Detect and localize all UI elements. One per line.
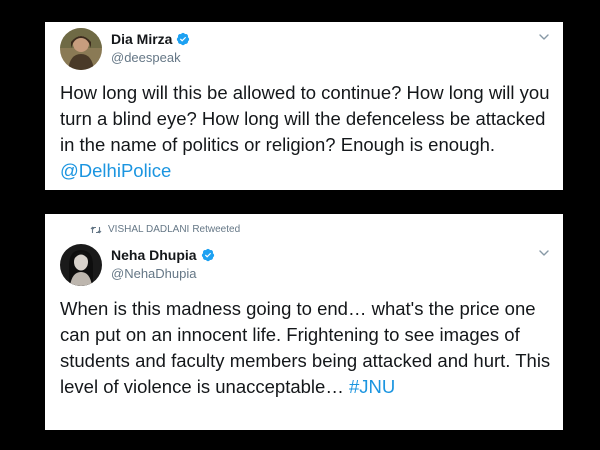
display-name-row: Dia Mirza <box>111 30 190 48</box>
display-name-row: Neha Dhupia <box>111 246 215 264</box>
chevron-down-icon[interactable] <box>537 30 551 44</box>
display-name[interactable]: Dia Mirza <box>111 31 172 47</box>
chevron-down-icon[interactable] <box>537 246 551 260</box>
avatar-photo-icon <box>60 28 102 70</box>
tweet-body: When is this madness going to end… what'… <box>60 298 551 397</box>
retweeted-label: Retweeted <box>192 224 241 235</box>
user-handle[interactable]: @NehaDhupia <box>111 266 196 281</box>
verified-badge-icon <box>176 32 190 46</box>
tweet-text: When is this madness going to end… what'… <box>60 296 551 400</box>
avatar-photo-icon <box>60 244 102 286</box>
user-avatar[interactable] <box>60 28 102 70</box>
tweet-text: How long will this be allowed to continu… <box>60 80 551 184</box>
mention-link[interactable]: @DelhiPolice <box>60 160 171 181</box>
retweeter-name[interactable]: VISHAL DADLANI <box>108 224 189 235</box>
tweet-card[interactable]: Dia Mirza @deespeak How long will this b… <box>45 22 563 190</box>
user-avatar[interactable] <box>60 244 102 286</box>
verified-badge-icon <box>201 248 215 262</box>
tweet-card[interactable]: VISHAL DADLANI Retweeted Neha Dhupia @Ne… <box>45 214 563 430</box>
retweet-context: VISHAL DADLANI Retweeted <box>90 224 240 235</box>
display-name[interactable]: Neha Dhupia <box>111 247 197 263</box>
hashtag-link[interactable]: #JNU <box>349 376 395 397</box>
tweet-body: How long will this be allowed to continu… <box>60 82 550 155</box>
retweet-icon <box>90 225 102 235</box>
user-handle[interactable]: @deespeak <box>111 50 181 65</box>
